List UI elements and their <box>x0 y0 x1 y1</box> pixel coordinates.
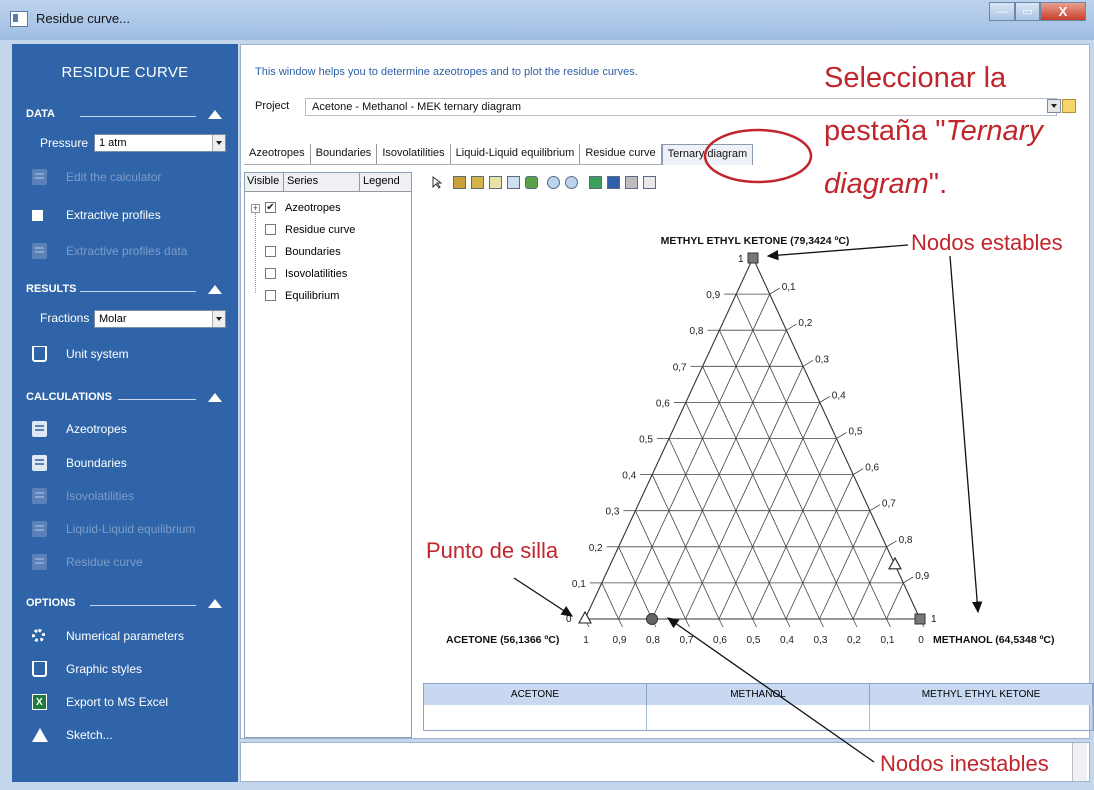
tick-mark <box>685 618 690 628</box>
grid-line <box>886 582 904 620</box>
left-tick-label: 0,3 <box>605 507 619 518</box>
tick-mark <box>886 618 891 628</box>
top-vertex-value: 1 <box>738 254 744 265</box>
left-tick-label: 0,2 <box>589 543 603 554</box>
grid-line <box>702 366 820 620</box>
bottom-tick-label: 0 <box>918 635 924 646</box>
grid-line <box>601 582 619 620</box>
right-tick-label: 0,6 <box>865 463 879 474</box>
tick-mark <box>802 359 814 367</box>
bottom-tick-label: 0,4 <box>780 635 794 646</box>
annotation-tab-name-1: Ternary <box>945 115 1043 147</box>
right-tick-label: 0,1 <box>782 282 796 293</box>
tick-mark <box>618 618 623 628</box>
tick-mark <box>903 576 914 584</box>
top-vertex-label: METHYL ETHYL KETONE (79,3424 ºC) <box>661 235 850 247</box>
left-tick-label: 0,8 <box>689 326 703 337</box>
tick-mark <box>752 618 757 628</box>
ternary-ticks: 0,9 0,8 0,7 0,6 0,5 0,4 0,3 0,2 0,1 0,1 0,2 0,3 0,4 0… <box>572 282 930 646</box>
tick-mark <box>718 618 724 628</box>
saddle-arrow <box>513 577 574 617</box>
left-tick-label: 0,6 <box>656 398 670 409</box>
annotation-unstable-nodes: Nodos inestables <box>880 751 1049 776</box>
right-tick-label: 0,5 <box>849 427 863 438</box>
marker-triangle <box>578 610 592 624</box>
bottom-tick-label: 0,2 <box>847 635 861 646</box>
right-tick-label: 0,8 <box>899 535 913 546</box>
tick-mark <box>886 540 897 548</box>
grid-line <box>819 510 871 620</box>
left-tick-label: 0,7 <box>673 362 687 373</box>
bottom-tick-label: 0,5 <box>747 635 761 646</box>
annotation-select-tab-line1: Seleccionar la <box>824 62 1007 94</box>
right-vertex-label: METHANOL (64,5348 ºC) <box>933 634 1055 646</box>
annotation-select-tab-line3: diagram". <box>824 168 947 201</box>
annotation-tab-quote-open: pestaña " <box>824 115 946 147</box>
unstable-arrow <box>666 617 875 763</box>
tick-mark <box>785 618 791 628</box>
grid-line <box>685 366 804 620</box>
tick-mark <box>869 504 881 512</box>
tab-highlight-ellipse <box>703 128 813 184</box>
tick-mark <box>786 323 797 331</box>
tick-mark <box>769 287 780 295</box>
bottom-tick-label: 0,8 <box>646 635 660 646</box>
annotation-tab-name-2: diagram <box>824 168 929 200</box>
stable-arrow-right <box>949 255 983 614</box>
bottom-tick-label: 0,6 <box>713 635 727 646</box>
marker-square <box>747 252 759 264</box>
bottom-tick-label: 0,3 <box>814 635 828 646</box>
tick-mark <box>852 468 864 475</box>
tick-mark <box>836 432 847 439</box>
right-tick-label: 0,2 <box>798 318 812 329</box>
bottom-tick-label: 0,7 <box>680 635 694 646</box>
marker-circle <box>646 613 658 625</box>
tick-mark <box>852 618 858 628</box>
tick-mark <box>819 618 824 628</box>
annotation-saddle-point: Punto de silla <box>426 538 559 563</box>
right-tick-label: 0,4 <box>832 390 846 401</box>
tick-mark <box>819 396 831 403</box>
grid-line <box>735 293 887 620</box>
annotation-stable-nodes: Nodos estables <box>911 230 1063 255</box>
left-tick-label: 0,9 <box>706 290 720 301</box>
grid-line <box>618 293 771 620</box>
grid-line <box>752 438 837 620</box>
left-vertex-label: ACETONE (56,1366 ºC) <box>446 634 559 646</box>
bottom-tick-label: 0,1 <box>881 635 895 646</box>
ternary-grid <box>584 256 921 620</box>
left-tick-label: 0,1 <box>572 579 586 590</box>
grid-line <box>635 510 686 620</box>
grid-line <box>668 438 753 620</box>
bottom-tick-label: 0,9 <box>613 635 627 646</box>
annotation-tab-quote-close: ". <box>928 168 948 200</box>
marker-square <box>914 613 926 625</box>
right-tick-label: 0,3 <box>815 354 829 365</box>
right-tick-label: 0,7 <box>882 499 896 510</box>
right-vertex-value: 1 <box>931 614 937 625</box>
left-tick-label: 0,4 <box>622 471 636 482</box>
right-tick-label: 0,9 <box>915 571 929 582</box>
marker-triangle <box>888 556 902 570</box>
annotation-select-tab-line2: pestaña "Ternary <box>824 115 1043 148</box>
bottom-tick-label: 1 <box>583 635 589 646</box>
left-tick-label: 0,5 <box>639 435 653 446</box>
